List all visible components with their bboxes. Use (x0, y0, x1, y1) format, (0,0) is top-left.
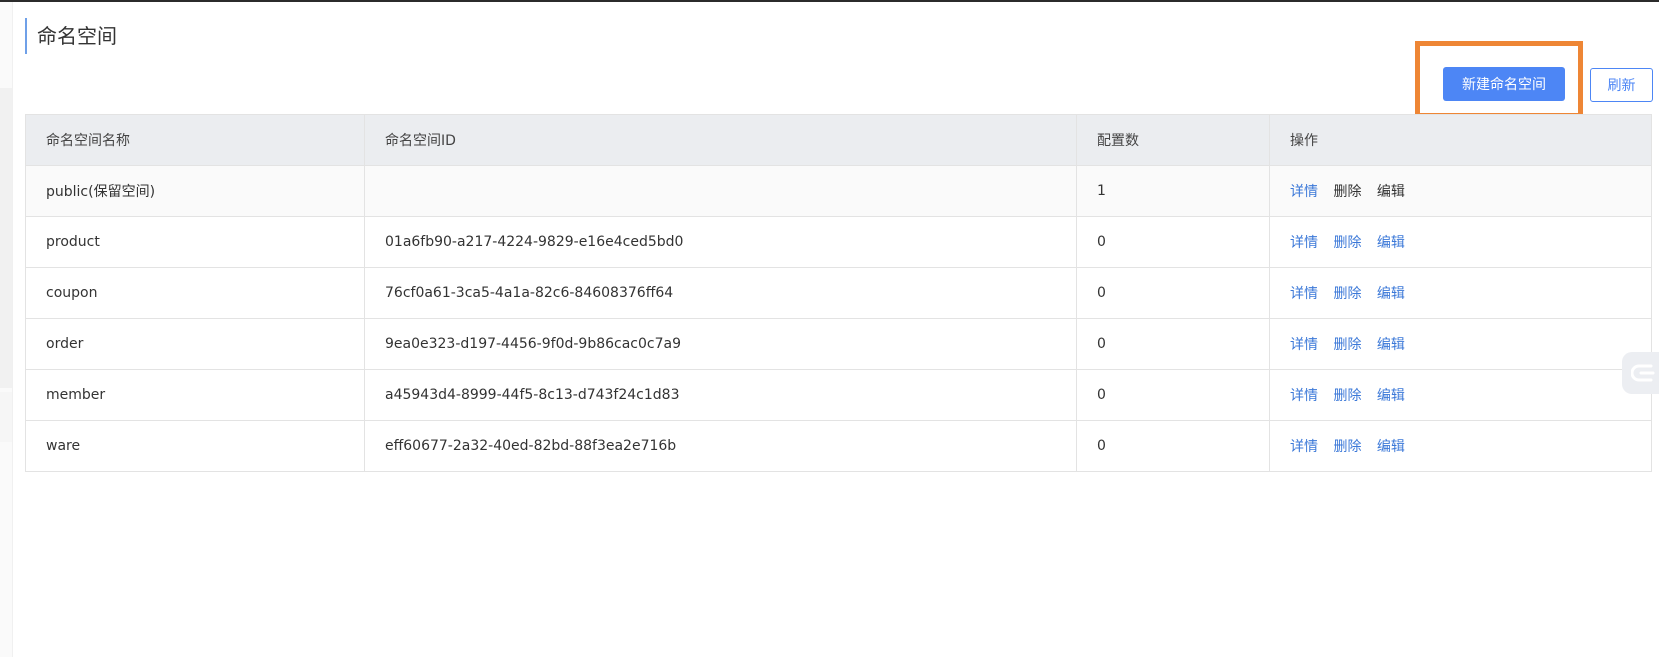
create-namespace-button[interactable]: 新建命名空间 (1443, 67, 1565, 101)
detail-link[interactable]: 详情 (1290, 439, 1318, 455)
namespace-name-cell: public(保留空间) (25, 165, 365, 217)
page-title: 命名空间 (25, 18, 117, 54)
delete-link[interactable]: 删除 (1333, 439, 1361, 455)
namespace-id-cell (364, 165, 1077, 217)
column-header-name: 命名空间名称 (25, 114, 365, 166)
delete-link[interactable]: 删除 (1333, 337, 1361, 353)
actions-cell: 详情 删除 编辑 (1269, 318, 1652, 370)
table-row: member a45943d4-8999-44f5-8c13-d743f24c1… (25, 369, 1652, 421)
actions-cell: 详情 删除 编辑 (1269, 165, 1652, 217)
namespace-name-cell: product (25, 216, 365, 268)
delete-link[interactable]: 删除 (1333, 388, 1361, 404)
table-row: product 01a6fb90-a217-4224-9829-e16e4ced… (25, 216, 1652, 268)
namespace-id-cell: eff60677-2a32-40ed-82bd-88f3ea2e716b (364, 420, 1077, 472)
left-sidebar-edge (0, 2, 13, 657)
table-row: ware eff60677-2a32-40ed-82bd-88f3ea2e716… (25, 420, 1652, 472)
table-header-row: 命名空间名称 命名空间ID 配置数 操作 (25, 114, 1652, 166)
detail-link[interactable]: 详情 (1290, 235, 1318, 251)
namespace-id-cell: 76cf0a61-3ca5-4a1a-82c6-84608376ff64 (364, 267, 1077, 319)
namespace-table: 命名空间名称 命名空间ID 配置数 操作 public(保留空间) 1 详情 删… (25, 114, 1652, 472)
delete-link[interactable]: 删除 (1333, 184, 1361, 200)
namespace-name-cell: member (25, 369, 365, 421)
detail-link[interactable]: 详情 (1290, 286, 1318, 302)
actions-cell: 详情 删除 编辑 (1269, 420, 1652, 472)
config-count-cell: 0 (1076, 318, 1270, 370)
edit-link[interactable]: 编辑 (1377, 337, 1405, 353)
namespace-name-cell: coupon (25, 267, 365, 319)
chat-widget-icon (1631, 364, 1655, 382)
sidebar-shade (0, 88, 12, 388)
edit-link[interactable]: 编辑 (1377, 235, 1405, 251)
namespace-name-cell: order (25, 318, 365, 370)
column-header-id: 命名空间ID (364, 114, 1077, 166)
actions-cell: 详情 删除 编辑 (1269, 267, 1652, 319)
actions-cell: 详情 删除 编辑 (1269, 216, 1652, 268)
namespace-id-cell: a45943d4-8999-44f5-8c13-d743f24c1d83 (364, 369, 1077, 421)
refresh-button[interactable]: 刷新 (1590, 68, 1653, 102)
namespace-id-cell: 9ea0e323-d197-4456-9f0d-9b86cac0c7a9 (364, 318, 1077, 370)
edit-link[interactable]: 编辑 (1377, 286, 1405, 302)
column-header-actions: 操作 (1269, 114, 1652, 166)
table-row: order 9ea0e323-d197-4456-9f0d-9b86cac0c7… (25, 318, 1652, 370)
edit-link[interactable]: 编辑 (1377, 439, 1405, 455)
sidebar-shade-lower (0, 392, 12, 442)
window-top-border (0, 0, 1659, 2)
config-count-cell: 1 (1076, 165, 1270, 217)
actions-cell: 详情 删除 编辑 (1269, 369, 1652, 421)
table-row: coupon 76cf0a61-3ca5-4a1a-82c6-84608376f… (25, 267, 1652, 319)
namespace-id-cell: 01a6fb90-a217-4224-9829-e16e4ced5bd0 (364, 216, 1077, 268)
config-count-cell: 0 (1076, 216, 1270, 268)
table-row: public(保留空间) 1 详情 删除 编辑 (25, 165, 1652, 217)
detail-link[interactable]: 详情 (1290, 337, 1318, 353)
detail-link[interactable]: 详情 (1290, 388, 1318, 404)
edit-link[interactable]: 编辑 (1377, 184, 1405, 200)
delete-link[interactable]: 删除 (1333, 286, 1361, 302)
config-count-cell: 0 (1076, 420, 1270, 472)
config-count-cell: 0 (1076, 369, 1270, 421)
delete-link[interactable]: 删除 (1333, 235, 1361, 251)
config-count-cell: 0 (1076, 267, 1270, 319)
side-float-widget[interactable] (1622, 352, 1659, 394)
column-header-count: 配置数 (1076, 114, 1270, 166)
edit-link[interactable]: 编辑 (1377, 388, 1405, 404)
detail-link[interactable]: 详情 (1290, 184, 1318, 200)
namespace-name-cell: ware (25, 420, 365, 472)
